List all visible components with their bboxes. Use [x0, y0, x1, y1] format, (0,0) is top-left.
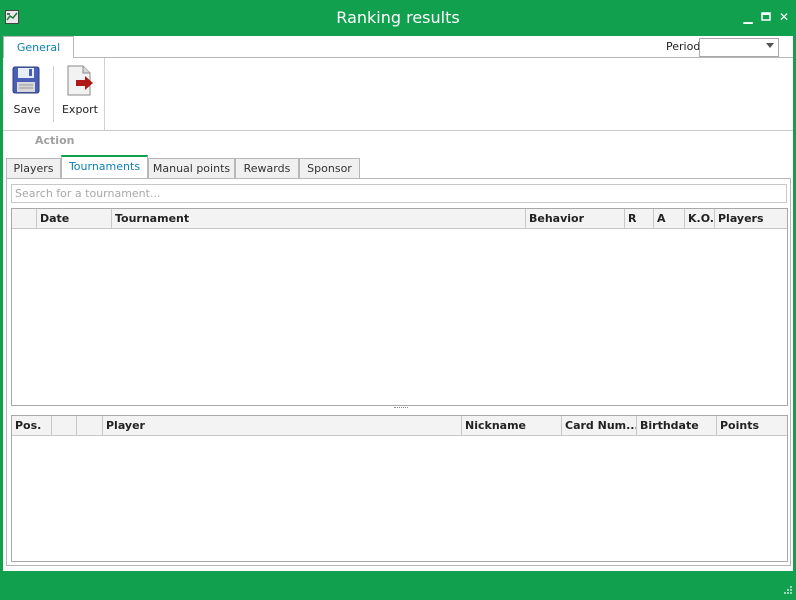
ribbon-separator — [53, 66, 54, 122]
column-header-points[interactable]: Points — [717, 416, 787, 435]
column-header-players[interactable]: Players — [715, 209, 787, 228]
title-bar[interactable]: Ranking results ▁ ✕ — [0, 0, 796, 36]
tournaments-panel: Search for a tournament... Date Tourname… — [6, 178, 791, 566]
player-grid[interactable]: Pos. Player Nickname Card Num... Birthda… — [11, 415, 788, 562]
column-header-player[interactable]: Player — [103, 416, 462, 435]
column-header-blank-2[interactable] — [77, 416, 103, 435]
close-icon[interactable]: ✕ — [777, 10, 791, 24]
tab-players[interactable]: Players — [6, 158, 61, 179]
ribbon-group-caption: Action — [35, 134, 75, 147]
column-header-birthdate[interactable]: Birthdate — [637, 416, 717, 435]
column-header-blank-1[interactable] — [52, 416, 77, 435]
column-header-date[interactable]: Date — [37, 209, 112, 228]
column-header-selector[interactable] — [12, 209, 37, 228]
period-label: Period — [666, 40, 701, 53]
column-header-card-number[interactable]: Card Num... — [562, 416, 637, 435]
app-window: Ranking results ▁ ✕ General Period Save … — [0, 0, 796, 600]
column-header-a[interactable]: A — [654, 209, 685, 228]
status-bar — [0, 571, 796, 600]
chevron-down-icon — [766, 43, 774, 48]
ribbon-tab-strip: General Period — [3, 36, 793, 59]
tab-sponsor[interactable]: Sponsor — [299, 158, 360, 179]
column-header-behavior[interactable]: Behavior — [526, 209, 625, 228]
column-header-nickname[interactable]: Nickname — [462, 416, 562, 435]
floppy-disk-icon — [12, 66, 40, 94]
tab-rewards[interactable]: Rewards — [235, 158, 299, 179]
grid-header: Pos. Player Nickname Card Num... Birthda… — [12, 416, 787, 436]
column-header-tournament[interactable]: Tournament — [112, 209, 526, 228]
column-header-pos[interactable]: Pos. — [12, 416, 52, 435]
export-document-icon — [67, 65, 93, 96]
window-title: Ranking results — [336, 8, 460, 27]
minimize-icon[interactable]: ▁ — [741, 10, 755, 24]
tab-strip: Players Tournaments Manual points Reward… — [3, 155, 793, 179]
tab-manual-points[interactable]: Manual points — [148, 158, 235, 179]
ribbon-panel: Save Export — [3, 58, 793, 131]
splitter-handle[interactable] — [394, 407, 408, 409]
search-input[interactable]: Search for a tournament... — [11, 184, 787, 203]
ribbon-tab-general[interactable]: General — [3, 36, 74, 59]
period-dropdown[interactable] — [699, 38, 779, 57]
save-label: Save — [13, 103, 41, 116]
maximize-icon[interactable] — [759, 10, 773, 24]
column-header-r[interactable]: R — [625, 209, 654, 228]
ribbon-group-action: Save Export — [3, 58, 105, 130]
client-area: General Period Save Export Action Player… — [3, 36, 793, 571]
resize-grip-icon[interactable] — [782, 586, 792, 596]
export-label: Export — [61, 103, 98, 116]
grid-header: Date Tournament Behavior R A K.O. Player… — [12, 209, 787, 229]
save-button[interactable]: Save — [7, 62, 47, 116]
tab-tournaments[interactable]: Tournaments — [61, 155, 148, 179]
tournament-grid[interactable]: Date Tournament Behavior R A K.O. Player… — [11, 208, 788, 406]
column-header-ko[interactable]: K.O. — [685, 209, 715, 228]
export-button[interactable]: Export — [59, 62, 101, 116]
